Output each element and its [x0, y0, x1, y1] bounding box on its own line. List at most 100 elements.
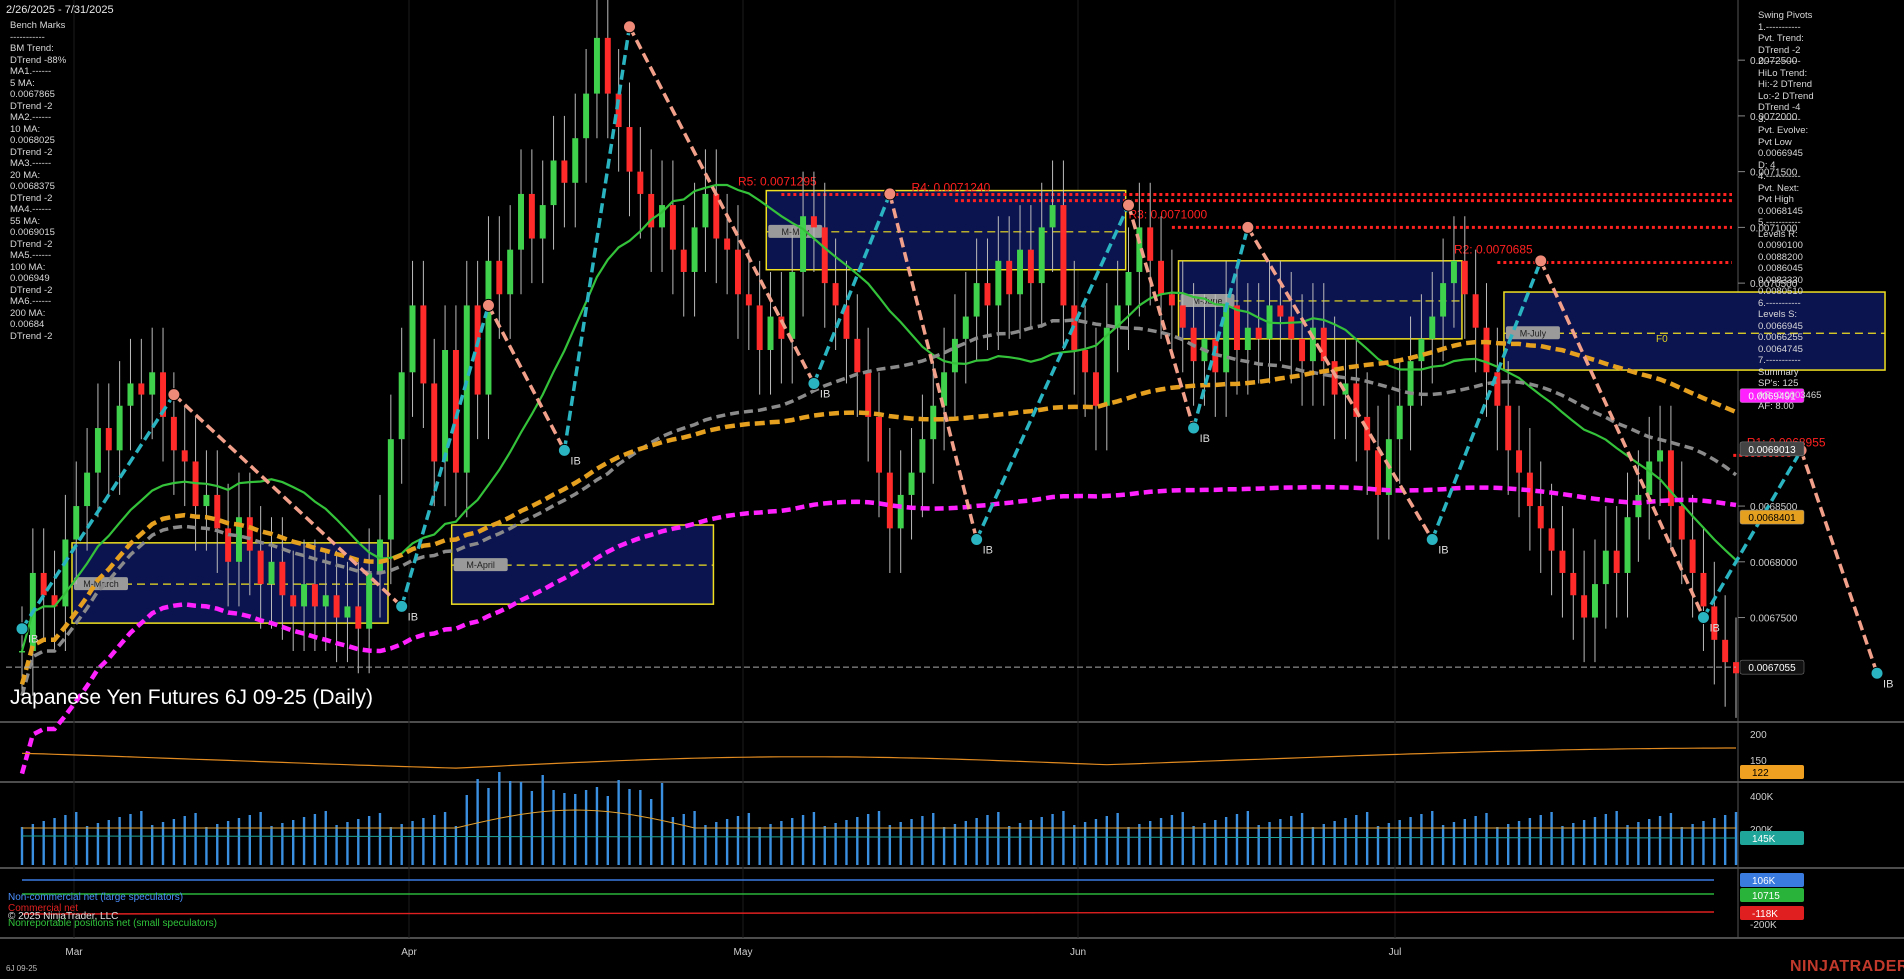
x-tick-label: May — [734, 947, 753, 958]
benchmark-line: 5 MA: — [10, 77, 35, 89]
candle-body — [40, 572, 47, 596]
benchmark-line: 0.00684 — [10, 319, 45, 330]
pivot-line: 7.----------- — [1758, 355, 1801, 366]
candle-body — [1646, 461, 1653, 495]
benchmark-line: DTrend -2 — [10, 330, 53, 342]
pivot-line: 0.0066255 — [1758, 332, 1803, 343]
chart-title: Japanese Yen Futures 6J 09-25 (Daily) — [10, 686, 374, 709]
candle-body — [1244, 327, 1251, 350]
swing-pivot-dot — [15, 622, 29, 636]
pivot-line: 0.0068145 — [1758, 205, 1803, 217]
candle-body — [1689, 539, 1696, 573]
candle-body — [1570, 572, 1577, 596]
swing-label: IB — [1438, 545, 1448, 557]
swing-pivot-dot — [970, 533, 984, 547]
swing-label: IB — [983, 545, 993, 557]
swing-pivot-dot — [1187, 421, 1201, 435]
candle-body — [1613, 550, 1620, 573]
candle-body — [680, 249, 687, 272]
footer-symbol: 6J 09-25 — [6, 964, 38, 973]
candle-body — [1722, 639, 1729, 663]
candle-body — [593, 37, 600, 94]
candle-body — [1255, 327, 1262, 339]
cot-tag-label: 106K — [1752, 876, 1776, 887]
resistance-label: R4: 0.0071240 — [912, 181, 991, 195]
benchmark-line: 100 MA: — [10, 261, 46, 273]
candle-body — [659, 205, 666, 228]
candle-body — [301, 584, 308, 607]
benchmark-line: MA5.------ — [10, 250, 52, 261]
swing-label: IB — [1709, 623, 1719, 635]
benchmark-line: MA6.------ — [10, 296, 52, 307]
candle-body — [333, 595, 340, 618]
candle-body — [268, 561, 275, 585]
pivot-line: Levels R: — [1758, 228, 1798, 240]
pivot-line: Lo:-2 DTrend — [1758, 90, 1814, 102]
candle-body — [1733, 662, 1739, 674]
benchmark-line: MA3.------ — [10, 158, 52, 169]
candle-body — [1049, 205, 1056, 228]
benchmark-line: DTrend -2 — [10, 192, 53, 204]
candle-body — [908, 472, 915, 495]
candle-body — [854, 338, 861, 373]
swing-label: IB — [408, 611, 418, 623]
swing-label: IB — [820, 388, 830, 400]
resistance-label: R3: 0.0071000 — [1129, 207, 1208, 221]
pivot-line: 0.0064745 — [1758, 343, 1803, 355]
candle-body — [518, 193, 524, 250]
candle-body — [1223, 305, 1230, 373]
candle-body — [1147, 227, 1154, 261]
fib-label: F0 — [1656, 334, 1668, 345]
pivot-line: HiLo Trend: — [1758, 67, 1808, 79]
pivot-line: D: 4 — [1758, 159, 1776, 171]
candle-body — [203, 494, 210, 507]
momentum-tag-label: 122 — [1752, 768, 1769, 779]
y-tick-label: 0.0067500 — [1750, 614, 1798, 625]
pivot-line: 0.0080510 — [1758, 286, 1803, 297]
candle-body — [73, 506, 80, 540]
x-tick-label: Apr — [401, 947, 417, 958]
benchmark-line: 55 MA: — [10, 215, 41, 227]
momentum-tag — [1740, 765, 1804, 779]
candle-body — [951, 338, 958, 373]
benchmark-line: 200 MA: — [10, 307, 46, 319]
candle-body — [865, 372, 872, 417]
candle-body — [767, 316, 774, 350]
candle-body — [919, 439, 926, 473]
benchmark-line: 0.0067865 — [10, 89, 55, 100]
candle-body — [1559, 550, 1566, 573]
candle-body — [561, 160, 568, 183]
pivot-line: 5.----------- — [1758, 217, 1801, 228]
candle-body — [246, 517, 253, 551]
candle-body — [995, 260, 1002, 306]
candle-body — [105, 428, 112, 451]
x-tick-label: Jul — [1389, 947, 1402, 958]
benchmark-line: 0.006949 — [10, 273, 50, 284]
candle-body — [756, 305, 763, 350]
candle-body — [1158, 260, 1165, 295]
candle-body — [1396, 405, 1403, 440]
candle-body — [1602, 550, 1609, 585]
pivot-line: 0.0066945 — [1758, 148, 1803, 159]
swing-pivot-dot — [1425, 533, 1439, 547]
candle-body — [1017, 249, 1024, 295]
ma-200-line — [19, 484, 1737, 775]
cot-tag-label: 10715 — [1752, 891, 1780, 902]
candle-body — [1483, 327, 1490, 373]
candle-body — [1537, 506, 1544, 529]
pivot-line: DTrend -4 — [1758, 102, 1801, 113]
candle-body — [507, 249, 514, 295]
legend-nonreportable: Nonreportable positions net (small specu… — [8, 918, 217, 929]
candle-body — [1472, 294, 1479, 328]
swing-pivot-dot — [1870, 666, 1884, 680]
candle-body — [1700, 572, 1707, 607]
candle-body — [550, 160, 557, 206]
benchmark-line: DTrend -88% — [10, 54, 67, 66]
pivot-line: Levels S: — [1758, 309, 1798, 320]
price-chart[interactable]: Mar Apr May Jun Jul0.00725000.00720000.00715… — [0, 0, 1904, 979]
benchmark-line: 10 MA: — [10, 123, 41, 135]
benchmark-line: 0.0068025 — [10, 135, 55, 146]
candle-body — [398, 372, 405, 440]
pivot-line: 1.----------- — [1758, 21, 1801, 33]
swing-pivot-dot — [883, 187, 897, 201]
